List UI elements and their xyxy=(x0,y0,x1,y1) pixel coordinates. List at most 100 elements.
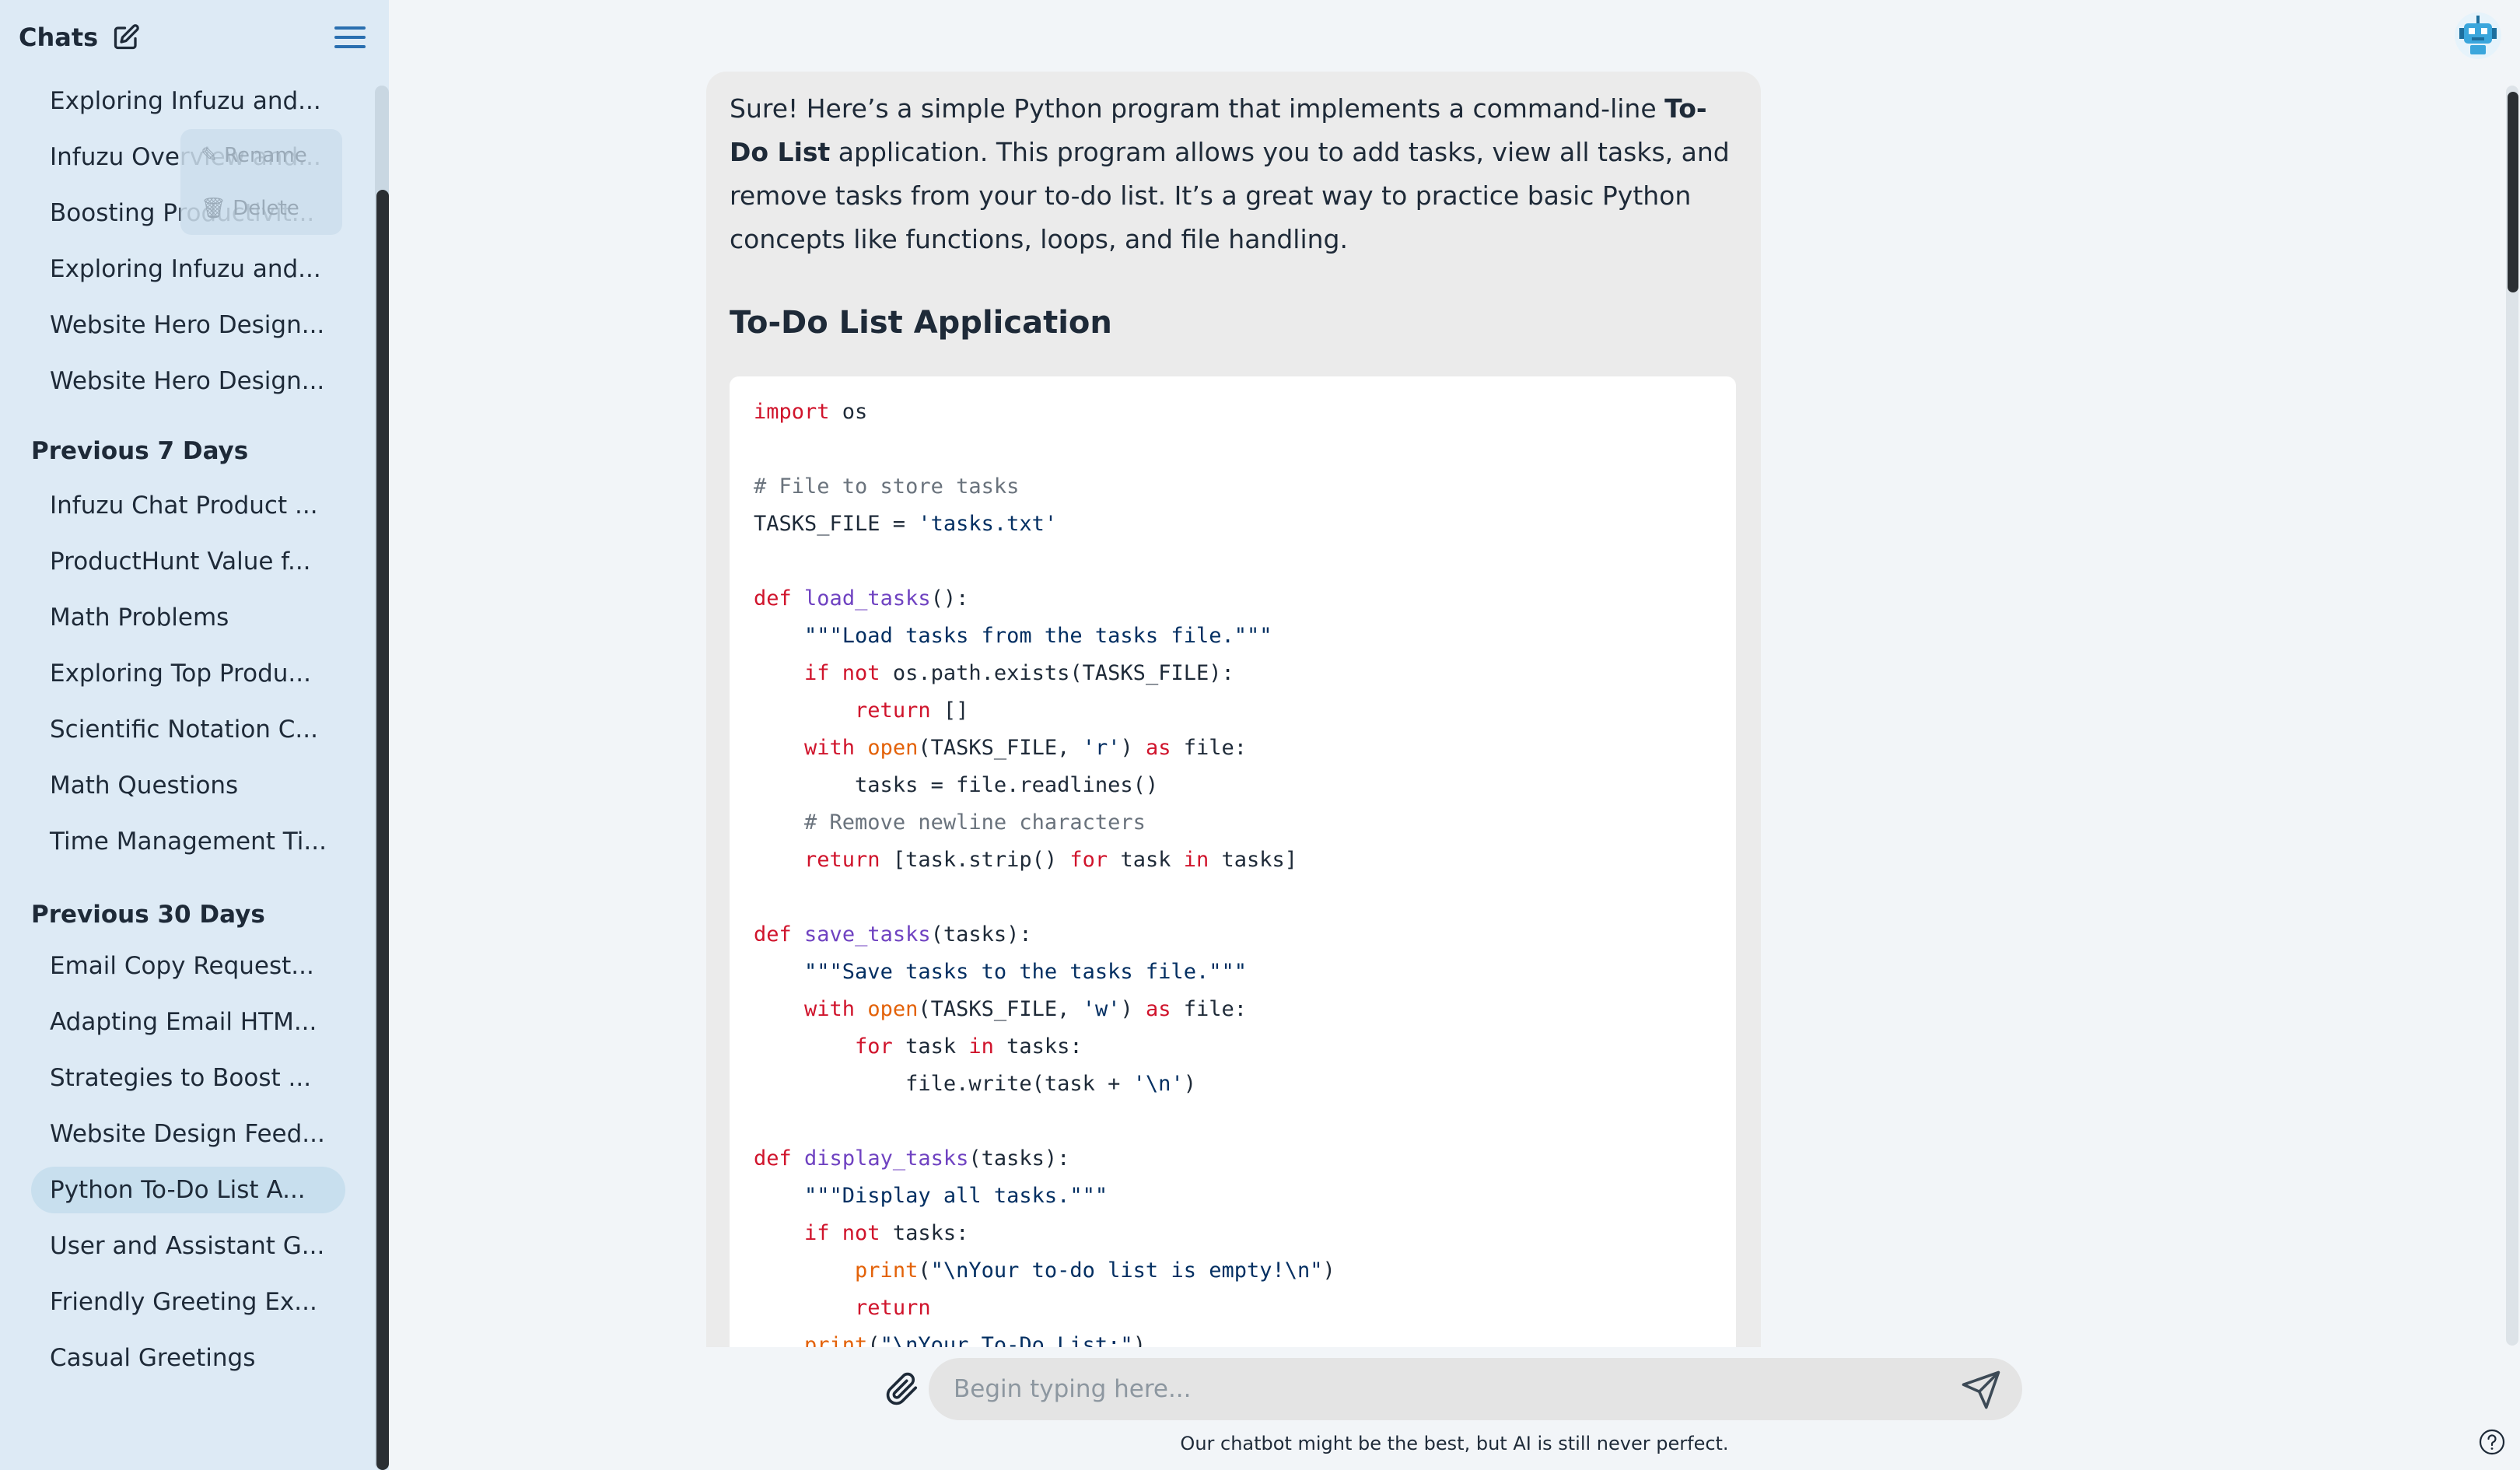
code-token: def xyxy=(754,586,792,611)
code-token: tasks = file.readlines() xyxy=(754,773,1159,797)
code-token: as xyxy=(1145,736,1171,760)
code-token: ( xyxy=(867,1333,880,1347)
code-token: for xyxy=(855,1034,893,1059)
code-token: (): xyxy=(930,586,969,611)
edit-icon[interactable] xyxy=(112,23,140,51)
delete-menu-item[interactable]: 🗑 Delete xyxy=(201,193,299,224)
sidebar-chat-item[interactable]: Math Questions xyxy=(31,762,345,809)
code-token: os.path.exists(TASKS_FILE): xyxy=(880,661,1234,685)
code-token: def xyxy=(754,922,792,947)
robot-avatar-icon[interactable] xyxy=(2453,11,2503,61)
sidebar-chat-item[interactable]: Math Problems xyxy=(31,594,345,641)
code-token: display_tasks xyxy=(804,1146,969,1171)
code-token: os xyxy=(829,400,868,424)
code-token: def xyxy=(754,1146,792,1171)
rename-label: Rename xyxy=(224,144,307,167)
send-icon[interactable] xyxy=(1960,1369,2002,1411)
code-token: ( xyxy=(918,1258,931,1283)
sidebar-chat-item[interactable]: Python To-Do List A... xyxy=(31,1167,345,1213)
code-token: # Remove newline characters xyxy=(804,810,1146,835)
intro-text: Sure! Here’s a simple Python program tha… xyxy=(730,93,1665,124)
section-previous-30-days: Previous 30 Days xyxy=(31,901,265,929)
paperclip-icon[interactable] xyxy=(885,1372,919,1406)
sidebar-chat-item[interactable]: Strategies to Boost ... xyxy=(31,1055,345,1101)
sidebar-chat-item[interactable]: Adapting Email HTM... xyxy=(31,999,345,1045)
pencil-icon: ✎ xyxy=(201,144,225,167)
code-token: file: xyxy=(1171,997,1248,1021)
code-line: return xyxy=(754,1290,1712,1327)
code-token: with xyxy=(804,997,856,1021)
code-token: "\nYour to-do list is empty!\n" xyxy=(930,1258,1323,1283)
code-token: (TASKS_FILE, xyxy=(918,997,1083,1021)
code-line: def load_tasks(): xyxy=(754,580,1712,618)
main-scrollbar-thumb[interactable] xyxy=(2508,92,2518,292)
sidebar-chat-item[interactable]: ProductHunt Value f... xyxy=(31,538,345,585)
code-line: def save_tasks(tasks): xyxy=(754,916,1712,954)
code-line: tasks = file.readlines() xyxy=(754,767,1712,804)
sidebar-chat-item[interactable]: Friendly Greeting Ex... xyxy=(31,1279,345,1325)
code-line: if not tasks: xyxy=(754,1215,1712,1252)
code-token: "\nYour To-Do List:" xyxy=(880,1333,1133,1347)
chat-context-menu: ✎ Rename 🗑 Delete xyxy=(180,129,342,235)
code-line: return [] xyxy=(754,692,1712,730)
code-line: print("\nYour to-do list is empty!\n") xyxy=(754,1252,1712,1290)
code-line: """Display all tasks.""" xyxy=(754,1178,1712,1215)
sidebar-chat-item[interactable]: User and Assistant G... xyxy=(31,1223,345,1269)
code-token: in xyxy=(968,1034,994,1059)
code-token: print xyxy=(804,1333,868,1347)
code-line: """Save tasks to the tasks file.""" xyxy=(754,954,1712,991)
sidebar-chat-item[interactable]: Exploring Infuzu and... xyxy=(31,78,345,124)
code-token: in xyxy=(1183,848,1209,872)
code-token: ) xyxy=(1132,1333,1146,1347)
hamburger-menu-icon[interactable] xyxy=(333,22,367,53)
code-token: tasks: xyxy=(880,1221,969,1245)
sidebar-chat-item[interactable]: Time Management Ti... xyxy=(31,818,345,865)
code-token: tasks] xyxy=(1209,848,1298,872)
code-line: # Remove newline characters xyxy=(754,804,1712,842)
intro-text-continued: application. This program allows you to … xyxy=(730,137,1730,254)
code-token: ) xyxy=(1120,997,1146,1021)
sidebar-chat-item[interactable]: Exploring Top Produ... xyxy=(31,650,345,697)
assistant-message: Sure! Here’s a simple Python program tha… xyxy=(706,72,1761,1347)
code-token: task xyxy=(892,1034,969,1059)
code-token: ) xyxy=(1322,1258,1335,1283)
code-token: """Save tasks to the tasks file.""" xyxy=(804,960,1247,984)
sidebar-chat-item[interactable]: Website Hero Design... xyxy=(31,302,345,348)
sidebar-chat-item[interactable]: Email Copy Request... xyxy=(31,943,345,989)
code-token: 'w' xyxy=(1082,997,1121,1021)
code-line: def display_tasks(tasks): xyxy=(754,1140,1712,1178)
trash-icon: 🗑 xyxy=(201,197,233,220)
code-token: open xyxy=(867,997,919,1021)
code-token: 'r' xyxy=(1082,736,1121,760)
sidebar-chat-item[interactable]: Infuzu Chat Product ... xyxy=(31,482,345,529)
code-token: ) xyxy=(1120,736,1146,760)
sidebar-chat-item[interactable]: Scientific Notation C... xyxy=(31,706,345,753)
code-line: """Load tasks from the tasks file.""" xyxy=(754,618,1712,655)
sidebar-header: Chats xyxy=(19,20,140,54)
sidebar-scrollbar-thumb[interactable] xyxy=(376,190,389,1470)
sidebar-chat-item[interactable]: Website Design Feed... xyxy=(31,1111,345,1157)
sidebar-chat-item[interactable]: Website Hero Design... xyxy=(31,358,345,404)
question-mark-icon[interactable] xyxy=(2478,1428,2506,1456)
sidebar-chat-item[interactable]: Casual Greetings xyxy=(31,1335,345,1381)
code-token: if not xyxy=(804,1221,880,1245)
code-token: ) xyxy=(1183,1072,1196,1096)
sidebar: Chats Exploring Infuzu and...Infuzu Over… xyxy=(0,0,389,1470)
rename-menu-item[interactable]: ✎ Rename xyxy=(201,140,307,171)
message-input[interactable] xyxy=(954,1369,1887,1409)
message-heading: To-Do List Application xyxy=(730,305,1112,341)
sidebar-chat-item[interactable]: Exploring Infuzu and... xyxy=(31,246,345,292)
code-token: 'tasks.txt' xyxy=(918,512,1058,536)
